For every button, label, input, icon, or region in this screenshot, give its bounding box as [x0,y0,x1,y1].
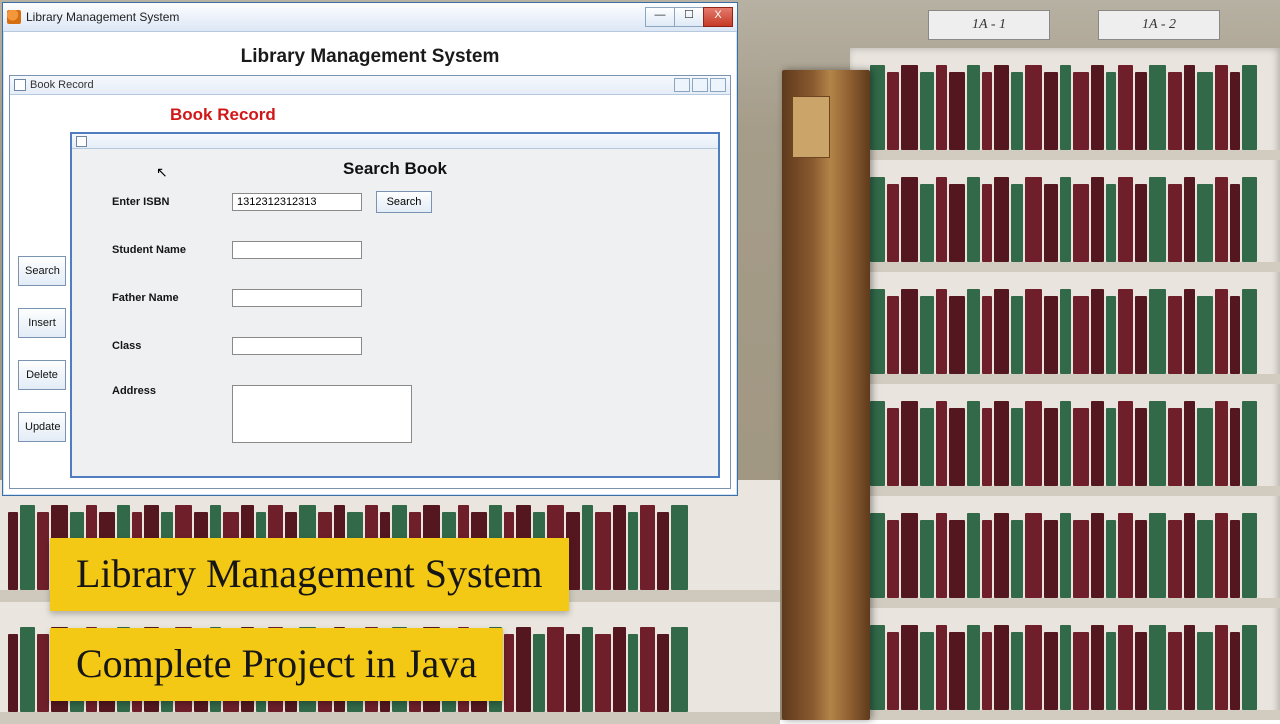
student-name-input[interactable] [232,241,362,259]
close-icon[interactable] [710,78,726,92]
shelf-sign: 1A - 2 [1098,10,1220,40]
maximize-button[interactable]: ☐ [674,7,704,27]
app-window: Library Management System — ☐ X Library … [2,2,738,496]
search-book-heading: Search Book [72,149,718,191]
internal-frame-titlebar[interactable]: Book Record [10,76,730,95]
address-input[interactable] [232,385,412,443]
app-header: Library Management System [3,32,737,78]
address-label: Address [112,385,232,397]
wooden-pillar [782,70,870,720]
book-record-heading: Book Record [10,95,730,133]
panel-titlebar[interactable] [72,134,718,149]
minimize-button[interactable]: — [645,7,675,27]
update-button[interactable]: Update [18,412,66,442]
delete-button[interactable]: Delete [18,360,66,390]
class-input[interactable] [232,337,362,355]
bookshelf [850,48,1280,720]
shelf-sign: 1A - 1 [928,10,1050,40]
search-button[interactable]: Search [18,256,66,286]
internal-frame-title: Book Record [30,79,94,91]
maximize-icon[interactable] [692,78,708,92]
book-record-frame: Book Record Book Record Search Insert De… [9,75,731,489]
father-name-input[interactable] [232,289,362,307]
isbn-input[interactable] [232,193,362,211]
student-name-label: Student Name [112,244,232,256]
frame-icon [76,136,87,147]
banner-title: Library Management System [50,538,569,611]
father-name-label: Father Name [112,292,232,304]
iconify-icon[interactable] [674,78,690,92]
class-label: Class [112,340,232,352]
close-button[interactable]: X [703,7,733,27]
search-book-panel: ↖ Search Book Enter ISBN Search Student … [70,132,720,478]
isbn-label: Enter ISBN [112,196,232,208]
insert-button[interactable]: Insert [18,308,66,338]
title-bar[interactable]: Library Management System — ☐ X [3,3,737,32]
frame-icon [14,79,26,91]
window-title: Library Management System [26,10,179,24]
banner-subtitle: Complete Project in Java [50,628,503,701]
search-isbn-button[interactable]: Search [376,191,432,213]
java-icon [7,10,21,24]
